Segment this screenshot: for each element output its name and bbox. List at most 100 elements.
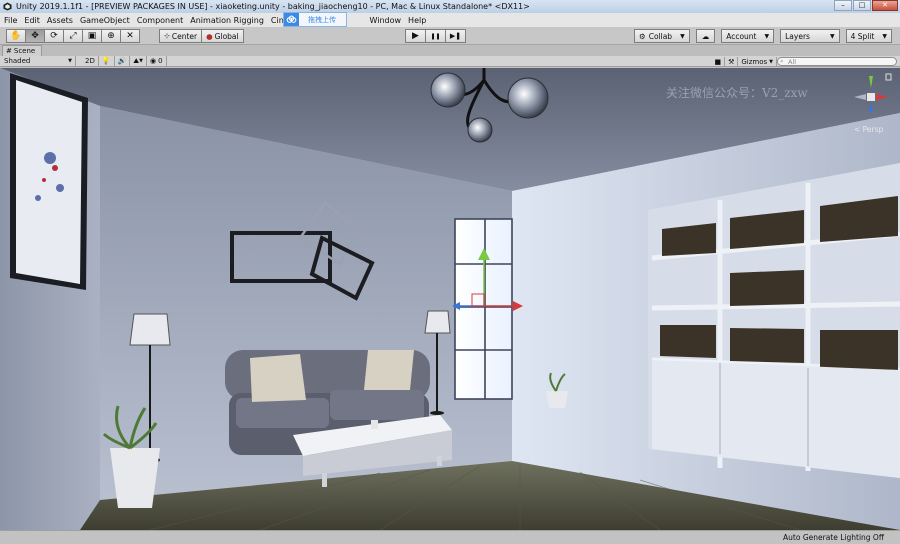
gizmo-y-cone[interactable] <box>869 76 873 88</box>
tab-scene[interactable]: # Scene <box>2 45 43 56</box>
chevron-down-icon: ▼ <box>882 32 887 40</box>
menu-gameobject[interactable]: GameObject <box>80 16 135 25</box>
rect-icon: ▣ <box>87 31 97 41</box>
bookshelf <box>648 163 900 478</box>
scene-tab-label: Scene <box>13 47 36 55</box>
status-bar: Auto Generate Lighting Off <box>0 530 900 544</box>
shading-label: Shaded <box>4 57 31 65</box>
move-icon: ✥ <box>31 31 39 41</box>
scene-tabbar: # Scene <box>0 45 900 56</box>
maximize-button[interactable]: □ <box>853 0 871 11</box>
chevron-down-icon: ▼ <box>680 32 685 40</box>
layout-label: 4 Split <box>850 31 875 41</box>
grid-icon: ⚒ <box>728 57 735 66</box>
window-title: Unity 2019.1.1f1 - [PREVIEW PACKAGES IN … <box>16 2 530 11</box>
menu-edit[interactable]: Edit <box>24 16 45 25</box>
step-icon: ▶❚ <box>449 32 462 40</box>
cloud-button[interactable]: ☁ <box>695 29 716 43</box>
menu-help[interactable]: Help <box>408 16 431 25</box>
search-placeholder: All <box>788 57 797 66</box>
rotate-tool-button[interactable]: ⟳ <box>44 29 64 43</box>
audio-toggle[interactable]: 🔊 <box>115 56 131 66</box>
projection-text: Persp <box>862 125 884 134</box>
chevron-down-icon: ▼ <box>68 58 72 64</box>
unity-logo-icon <box>3 2 12 11</box>
scale-tool-button[interactable]: ⤢ <box>63 29 83 43</box>
hand-tool-button[interactable]: ✋ <box>6 29 26 43</box>
2d-toggle[interactable]: 2D <box>82 56 99 66</box>
space-label: Global <box>214 31 239 41</box>
lightbulb-icon: 💡 <box>101 57 111 65</box>
lighting-toggle[interactable]: 💡 <box>99 56 115 66</box>
custom-tool-icon: ✕ <box>126 31 134 41</box>
cloud-upload-badge[interactable]: 拖拽上传 <box>283 12 347 27</box>
gizmo-lock-icon[interactable] <box>885 73 892 81</box>
menu-bar: File Edit Assets GameObject Component An… <box>0 13 900 27</box>
menu-file[interactable]: File <box>4 16 22 25</box>
status-text: Auto Generate Lighting Off <box>783 533 884 542</box>
camera-settings-button[interactable]: ■ <box>711 56 726 67</box>
play-button[interactable]: ▶ <box>405 29 426 43</box>
gizmos-dropdown[interactable]: Gizmos ▼ <box>738 56 777 67</box>
hand-icon: ✋ <box>10 31 22 41</box>
eye-off-icon: ◉ <box>150 57 157 65</box>
play-controls: ▶ ❚❚ ▶❚ <box>405 29 466 43</box>
menu-assets[interactable]: Assets <box>47 16 78 25</box>
pause-icon: ❚❚ <box>430 32 441 40</box>
menu-component[interactable]: Component <box>137 16 188 25</box>
chevron-down-icon: ▼ <box>769 58 773 65</box>
menu-animation-rigging[interactable]: Animation Rigging <box>190 16 269 25</box>
main-toolbar: ✋ ✥ ⟳ ⤢ ▣ ⊕ ✕ ⊹ Center ● Global ▶ ❚❚ ▶❚ ⚙ C… <box>0 27 900 45</box>
title-bar: Unity 2019.1.1f1 - [PREVIEW PACKAGES IN … <box>0 0 900 13</box>
projection-label[interactable]: < Persp <box>854 125 883 134</box>
watermark-text: 关注微信公众号：V2_zxw <box>666 86 808 100</box>
layers-dropdown[interactable]: Layers ▼ <box>780 29 840 43</box>
chevron-down-icon: ▼ <box>139 58 144 64</box>
minimize-button[interactable]: – <box>834 0 852 11</box>
tools-toggle[interactable]: ⚒ <box>725 56 739 67</box>
speaker-icon: 🔊 <box>117 57 127 65</box>
collab-icon: ⚙ <box>638 31 646 41</box>
scene-search-input[interactable]: ⌕ All <box>777 57 897 66</box>
transform-tools: ✋ ✥ ⟳ ⤢ ▣ ⊕ ✕ <box>6 29 140 43</box>
orientation-gizmo[interactable] <box>850 72 892 120</box>
scene-render <box>0 68 900 530</box>
space-toggle[interactable]: ● Global <box>201 29 244 43</box>
cloud-icon: ☁ <box>701 31 710 41</box>
gizmos-label: Gizmos <box>741 57 768 66</box>
collab-label: Collab <box>648 31 673 41</box>
pivot-toggle[interactable]: ⊹ Center <box>159 29 203 43</box>
pivot-toggles: ⊹ Center ● Global <box>159 29 244 43</box>
shading-mode-dropdown[interactable]: Shaded ▼ <box>0 56 76 66</box>
pivot-label: Center <box>171 31 198 41</box>
hidden-objects-toggle[interactable]: ◉ 0 <box>147 56 167 66</box>
close-button[interactable]: ✕ <box>872 0 898 11</box>
transform-tool-button[interactable]: ⊕ <box>101 29 121 43</box>
collab-dropdown[interactable]: ⚙ Collab ▼ <box>633 29 690 43</box>
rect-tool-button[interactable]: ▣ <box>82 29 102 43</box>
pivot-icon: ⊹ <box>164 32 170 40</box>
chevron-down-icon: ▼ <box>764 32 770 40</box>
layout-dropdown[interactable]: 4 Split ▼ <box>845 29 892 43</box>
chevron-down-icon: ▼ <box>829 32 835 40</box>
custom-tool-button[interactable]: ✕ <box>120 29 140 43</box>
gizmo-center[interactable] <box>867 93 875 101</box>
globe-icon: ● <box>206 31 213 41</box>
play-icon: ▶ <box>412 31 419 41</box>
rotate-icon: ⟳ <box>50 31 58 41</box>
hidden-count: 0 <box>158 57 163 65</box>
scale-icon: ⤢ <box>69 31 77 41</box>
transform-icon: ⊕ <box>107 31 115 41</box>
pause-button[interactable]: ❚❚ <box>425 29 446 43</box>
gizmo-x-cone[interactable] <box>876 94 888 100</box>
layers-label: Layers <box>785 31 810 41</box>
account-dropdown[interactable]: Account ▼ <box>721 29 775 43</box>
effects-toggle[interactable]: ⛰ ▼ <box>130 56 148 66</box>
scene-toolbar: Shaded ▼ 2D 💡 🔊 ⛰ ▼ ◉ 0 ■ ⚒ Gizmos ▼ ⌕ All <box>0 56 900 67</box>
scene-viewport[interactable]: 关注微信公众号：V2_zxw < Persp <box>0 68 900 530</box>
gizmo-neg-x-cone[interactable] <box>854 94 866 100</box>
step-button[interactable]: ▶❚ <box>445 29 466 43</box>
move-tool-button[interactable]: ✥ <box>25 29 45 43</box>
menu-window[interactable]: Window <box>370 16 407 25</box>
gizmo-z-cone[interactable] <box>869 102 873 112</box>
